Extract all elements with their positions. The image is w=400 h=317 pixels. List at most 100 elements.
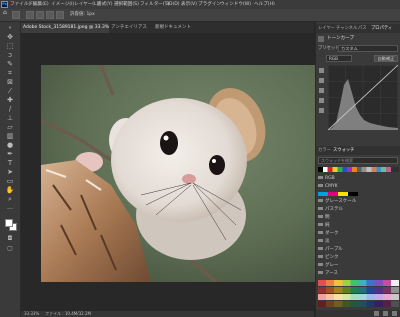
type-tool-icon[interactable]: T [4, 159, 16, 167]
tab-document-2[interactable]: アンチエイリアス [109, 23, 153, 33]
menu-select[interactable]: 選択範囲(S) [114, 1, 139, 8]
menu-file[interactable]: ファイル(F) [10, 1, 35, 8]
tab-color[interactable]: カラー [318, 146, 331, 155]
tolerance-label[interactable]: 許容値: 1px [70, 12, 95, 18]
new-swatch-icon[interactable] [383, 311, 388, 316]
zoom-level[interactable]: 33.33% [24, 311, 39, 317]
menu-help[interactable]: ヘルプ(H) [254, 1, 275, 8]
tool-preset-picker[interactable] [12, 11, 20, 19]
swatch-search-input[interactable]: スウォッチを検索 [318, 157, 398, 164]
menu-plugins[interactable]: プラグイン [198, 1, 221, 8]
new-group-icon[interactable] [374, 311, 379, 316]
menu-type[interactable]: 書式(Y) [97, 1, 113, 8]
swatch-group-pure[interactable]: 純 [318, 222, 399, 230]
folder-icon [318, 198, 323, 203]
delete-icon[interactable] [392, 311, 397, 316]
swatch-group-pink[interactable]: ピンク [318, 254, 399, 262]
folder-icon [318, 246, 323, 251]
tab-paths[interactable]: パス [358, 24, 367, 33]
more-tools-icon[interactable]: … [4, 204, 16, 212]
menu-window[interactable]: ウィンドウ(W) [220, 1, 251, 8]
tab-document-1[interactable]: Adobe Stock_31589181.jpeg @ 33.3% (トーンカー… [21, 23, 109, 33]
frame-tool-icon[interactable]: ⊠ [4, 78, 16, 86]
swatch-group-earth[interactable]: アース [318, 270, 399, 278]
swatch-group-gray[interactable]: グレー [318, 262, 399, 270]
swatch-group-dark[interactable]: ダーク [318, 230, 399, 238]
intersect-selection-icon[interactable] [56, 11, 64, 19]
menu-layer[interactable]: レイヤー(L) [74, 1, 98, 8]
lasso-tool-icon[interactable]: ↄ [4, 51, 16, 59]
tab-layers[interactable]: レイヤー [318, 24, 335, 33]
folder-icon [318, 206, 323, 211]
move-tool-icon[interactable]: ✥ [4, 33, 16, 41]
screen-mode-icon[interactable]: ▢ [4, 245, 16, 253]
eraser-tool-icon[interactable]: ▱ [4, 123, 16, 131]
tab-swatches[interactable]: スウォッチ [333, 146, 354, 155]
marquee-tool-icon[interactable]: ⬚ [4, 42, 16, 50]
swatch-group-cmyk[interactable]: CMYK [318, 183, 399, 191]
swatch-group-pale[interactable]: 淡 [318, 238, 399, 246]
home-icon[interactable]: ⌂ [3, 10, 7, 16]
quick-select-tool-icon[interactable]: ✎ [4, 60, 16, 68]
eyedropper-tool-icon[interactable]: ⁄ [4, 87, 16, 95]
tab-channels[interactable]: チャンネル [336, 24, 357, 33]
recent-swatches[interactable] [318, 167, 399, 172]
channel-select[interactable]: RGB [326, 55, 352, 62]
foreground-color-swatch[interactable] [5, 219, 13, 227]
menu-edit[interactable]: 編集(E) [33, 1, 49, 8]
tools-panel: » ✥ ⬚ ↄ ✎ ⌗ ⊠ ⁄ ✚ ∕ ⊥ ▱ ▥ ● ✒ T ➤ ▭ ✋ ⌕ … [0, 22, 21, 317]
swatch-grid-row-2[interactable] [318, 287, 399, 293]
tab-document-3[interactable]: 新規ドキュメント [153, 23, 209, 33]
flying-squirrel-photo [41, 65, 317, 282]
gray-point-eyedropper-icon[interactable] [319, 88, 324, 93]
folder-icon [318, 230, 323, 235]
menu-view[interactable]: 表示(V) [181, 1, 197, 8]
white-point-eyedropper-icon[interactable] [319, 98, 324, 103]
brush-tool-icon[interactable]: ∕ [4, 105, 16, 113]
subtract-selection-icon[interactable] [46, 11, 54, 19]
folder-icon [318, 175, 323, 180]
cmyk-swatches[interactable] [318, 192, 358, 196]
auto-button[interactable]: 自動補正 [374, 55, 398, 62]
add-selection-icon[interactable] [36, 11, 44, 19]
quick-mask-icon[interactable]: ◘ [4, 235, 16, 243]
folder-icon [318, 222, 323, 227]
document-size-info[interactable]: ファイル : 10.4M/32.2M [45, 311, 91, 317]
black-point-eyedropper-icon[interactable] [319, 78, 324, 83]
pen-tool-icon[interactable]: ✒ [4, 150, 16, 158]
menu-filter[interactable]: フィルター(T) [140, 1, 169, 8]
swatch-group-pastel[interactable]: パステル [318, 206, 399, 214]
swatch-grid-row-4[interactable] [318, 301, 399, 307]
swatch-grid-row-1[interactable] [318, 280, 399, 286]
curve-point-tool-icon[interactable] [319, 68, 324, 73]
hand-tool-icon[interactable]: ✋ [4, 186, 16, 194]
folder-icon [318, 238, 323, 243]
new-selection-icon[interactable] [26, 11, 34, 19]
swatch-group-rgb[interactable]: RGB [318, 175, 399, 183]
photoshop-logo-icon[interactable]: Ps [1, 1, 8, 8]
swatch-grid-row-3[interactable] [318, 294, 399, 300]
gradient-tool-icon[interactable]: ▥ [4, 132, 16, 140]
clone-stamp-tool-icon[interactable]: ⊥ [4, 114, 16, 122]
dodge-tool-icon[interactable]: ● [4, 141, 16, 149]
curves-graph[interactable] [328, 65, 398, 130]
pencil-curve-icon[interactable] [319, 108, 324, 113]
crop-tool-icon[interactable]: ⌗ [4, 69, 16, 77]
document-image[interactable] [41, 65, 317, 282]
tab-properties[interactable]: プロパティ [371, 24, 392, 33]
rectangle-tool-icon[interactable]: ▭ [4, 177, 16, 185]
collapse-arrows-icon[interactable]: » [4, 24, 16, 32]
zoom-tool-icon[interactable]: ⌕ [4, 195, 16, 203]
folder-icon [318, 262, 323, 267]
healing-brush-tool-icon[interactable]: ✚ [4, 96, 16, 104]
menu-image[interactable]: イメージ(I) [51, 1, 74, 8]
menu-3d[interactable]: 3D(D) [166, 1, 180, 8]
preset-select[interactable]: カスタム [338, 45, 398, 52]
swatches-tabs: カラー スウォッチ [316, 146, 400, 155]
swatch-group-purple[interactable]: パープル [318, 246, 399, 254]
curves-adjustment-icon [318, 36, 324, 42]
swatch-group-light[interactable]: 明 [318, 214, 399, 222]
properties-tabs: レイヤー チャンネル パス プロパティ [316, 24, 400, 33]
swatch-group-grayscale[interactable]: グレースケール [318, 198, 399, 206]
path-select-tool-icon[interactable]: ➤ [4, 168, 16, 176]
